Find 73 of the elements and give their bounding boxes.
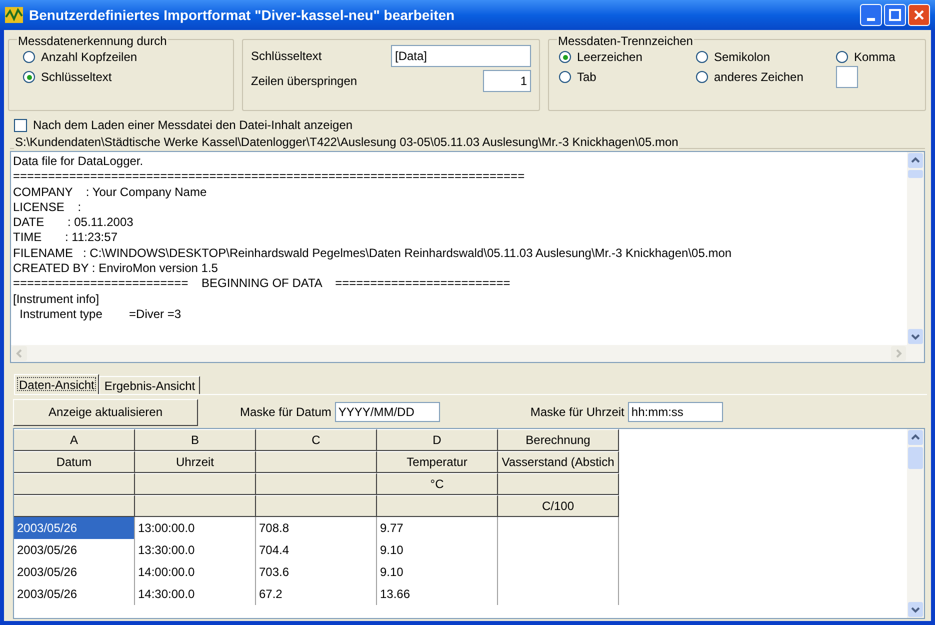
table-cell: 13:30:00.0 (135, 539, 256, 561)
table-cell: 9.77 (377, 517, 498, 539)
minimize-icon (867, 18, 875, 21)
key-text-field[interactable]: [Data] (391, 45, 531, 67)
radio-button[interactable] (23, 51, 35, 63)
scroll-down-icon[interactable] (907, 328, 924, 345)
radio-button[interactable] (696, 51, 708, 63)
table-cell: 9.10 (377, 561, 498, 583)
radio-label[interactable]: Tab (577, 68, 596, 86)
file-content: Data file for DataLogger. ========================================================================= COMPANY : Your Company Name LICENSE : DATE : 05.11.2003 TIME : 11:23:57 FILENAME : C:\WINDOWS\DESKTOP\Reinhardswald Pegelmes\Daten Reinhardswald\05.11.03 Auslesung\Mr.-3 Knickhagen\05.mon CREATED BY : EnviroMon version 1.5 ========================= BEGINNING OF DATA ========================= [Instrument info] Instrument type =Diver =3 (12, 153, 733, 323)
scroll-up-icon[interactable] (907, 152, 924, 169)
radio-button[interactable] (559, 51, 571, 63)
scroll-up-icon[interactable] (907, 429, 924, 446)
field-label: Schlüsseltext (251, 48, 323, 65)
column-header: C/100 (498, 495, 619, 517)
table-cell: 2003/05/26 (14, 539, 135, 561)
table-cell: 13:00:00.0 (135, 517, 256, 539)
column-header: Datum (14, 451, 135, 473)
table-cell: 14:30:00.0 (135, 583, 256, 605)
scroll-thumb[interactable] (908, 447, 923, 469)
close-button[interactable] (908, 4, 930, 26)
table-cell: 13.66 (377, 583, 498, 605)
table-cell: 704.4 (256, 539, 377, 561)
file-path: S:\Kundendaten\Städtische Werke Kassel\Datenlogger\T422\Auslesung 03-05\05.11.03 Auslesung\Mr.-3 Knickhagen\05.mon (14, 135, 680, 149)
column-header: B (135, 429, 256, 451)
radio-button[interactable] (23, 71, 35, 83)
radio-label[interactable]: Schlüsseltext (41, 68, 112, 86)
column-header: Uhrzeit (135, 451, 256, 473)
tab[interactable]: Daten-Ansicht (14, 374, 100, 394)
scroll-down-icon[interactable] (907, 601, 924, 618)
window-title: Benutzerdefiniertes Importformat "Diver-kassel-neu" bearbeiten (29, 6, 455, 25)
table-cell: 703.6 (256, 561, 377, 583)
date-mask-field[interactable]: YYYY/MM/DD (335, 402, 440, 422)
table-cell: 14:00:00.0 (135, 561, 256, 583)
radio-label[interactable]: Komma (854, 48, 896, 66)
column-header: A (14, 429, 135, 451)
maximize-icon (889, 9, 901, 21)
column-header: C (256, 429, 377, 451)
radio-label[interactable]: Anzahl Kopfzeilen (41, 48, 138, 66)
tab[interactable]: Ergebnis-Ansicht (99, 376, 200, 394)
radio-label[interactable]: Leerzeichen (577, 48, 642, 66)
column-header: Vasserstand (Abstich (498, 451, 619, 473)
skip-lines-field[interactable]: 1 (483, 70, 531, 92)
column-header: Temperatur (377, 451, 498, 473)
checkbox[interactable] (14, 118, 27, 132)
table-cell: 2003/05/26 (14, 583, 135, 605)
close-icon (913, 9, 925, 21)
maximize-button[interactable] (884, 4, 906, 26)
checkbox-label[interactable]: Nach dem Laden einer Messdatei den Datei-Inhalt anzeigen (33, 116, 353, 134)
table-cell: 2003/05/26 (14, 561, 135, 583)
column-header: Berechnung (498, 429, 619, 451)
table-cell: 708.8 (256, 517, 377, 539)
field-label: Zeilen überspringen (251, 73, 358, 90)
radio-label[interactable]: Semikolon (714, 48, 770, 66)
table-cell: 9.10 (377, 539, 498, 561)
refresh-button[interactable]: Anzeige aktualisieren (13, 398, 198, 426)
table-cell: 67.2 (256, 583, 377, 605)
vertical-scrollbar[interactable] (907, 152, 924, 345)
scroll-thumb[interactable] (908, 170, 923, 178)
radio-button[interactable] (696, 71, 708, 83)
other-character-field[interactable] (836, 66, 858, 88)
column-header: D (377, 429, 498, 451)
radio-label[interactable]: anderes Zeichen (714, 68, 804, 86)
minimize-button[interactable] (860, 4, 882, 26)
column-header: °C (377, 473, 498, 495)
field-label: Maske für Uhrzeit (530, 404, 624, 421)
radio-button[interactable] (559, 71, 571, 83)
table-cell: 2003/05/26 (14, 517, 135, 539)
app-icon (5, 7, 23, 23)
radio-button[interactable] (836, 51, 848, 63)
time-mask-field[interactable]: hh:mm:ss (628, 402, 724, 422)
field-label: Maske für Datum (240, 404, 332, 421)
vertical-scrollbar[interactable] (907, 429, 924, 618)
